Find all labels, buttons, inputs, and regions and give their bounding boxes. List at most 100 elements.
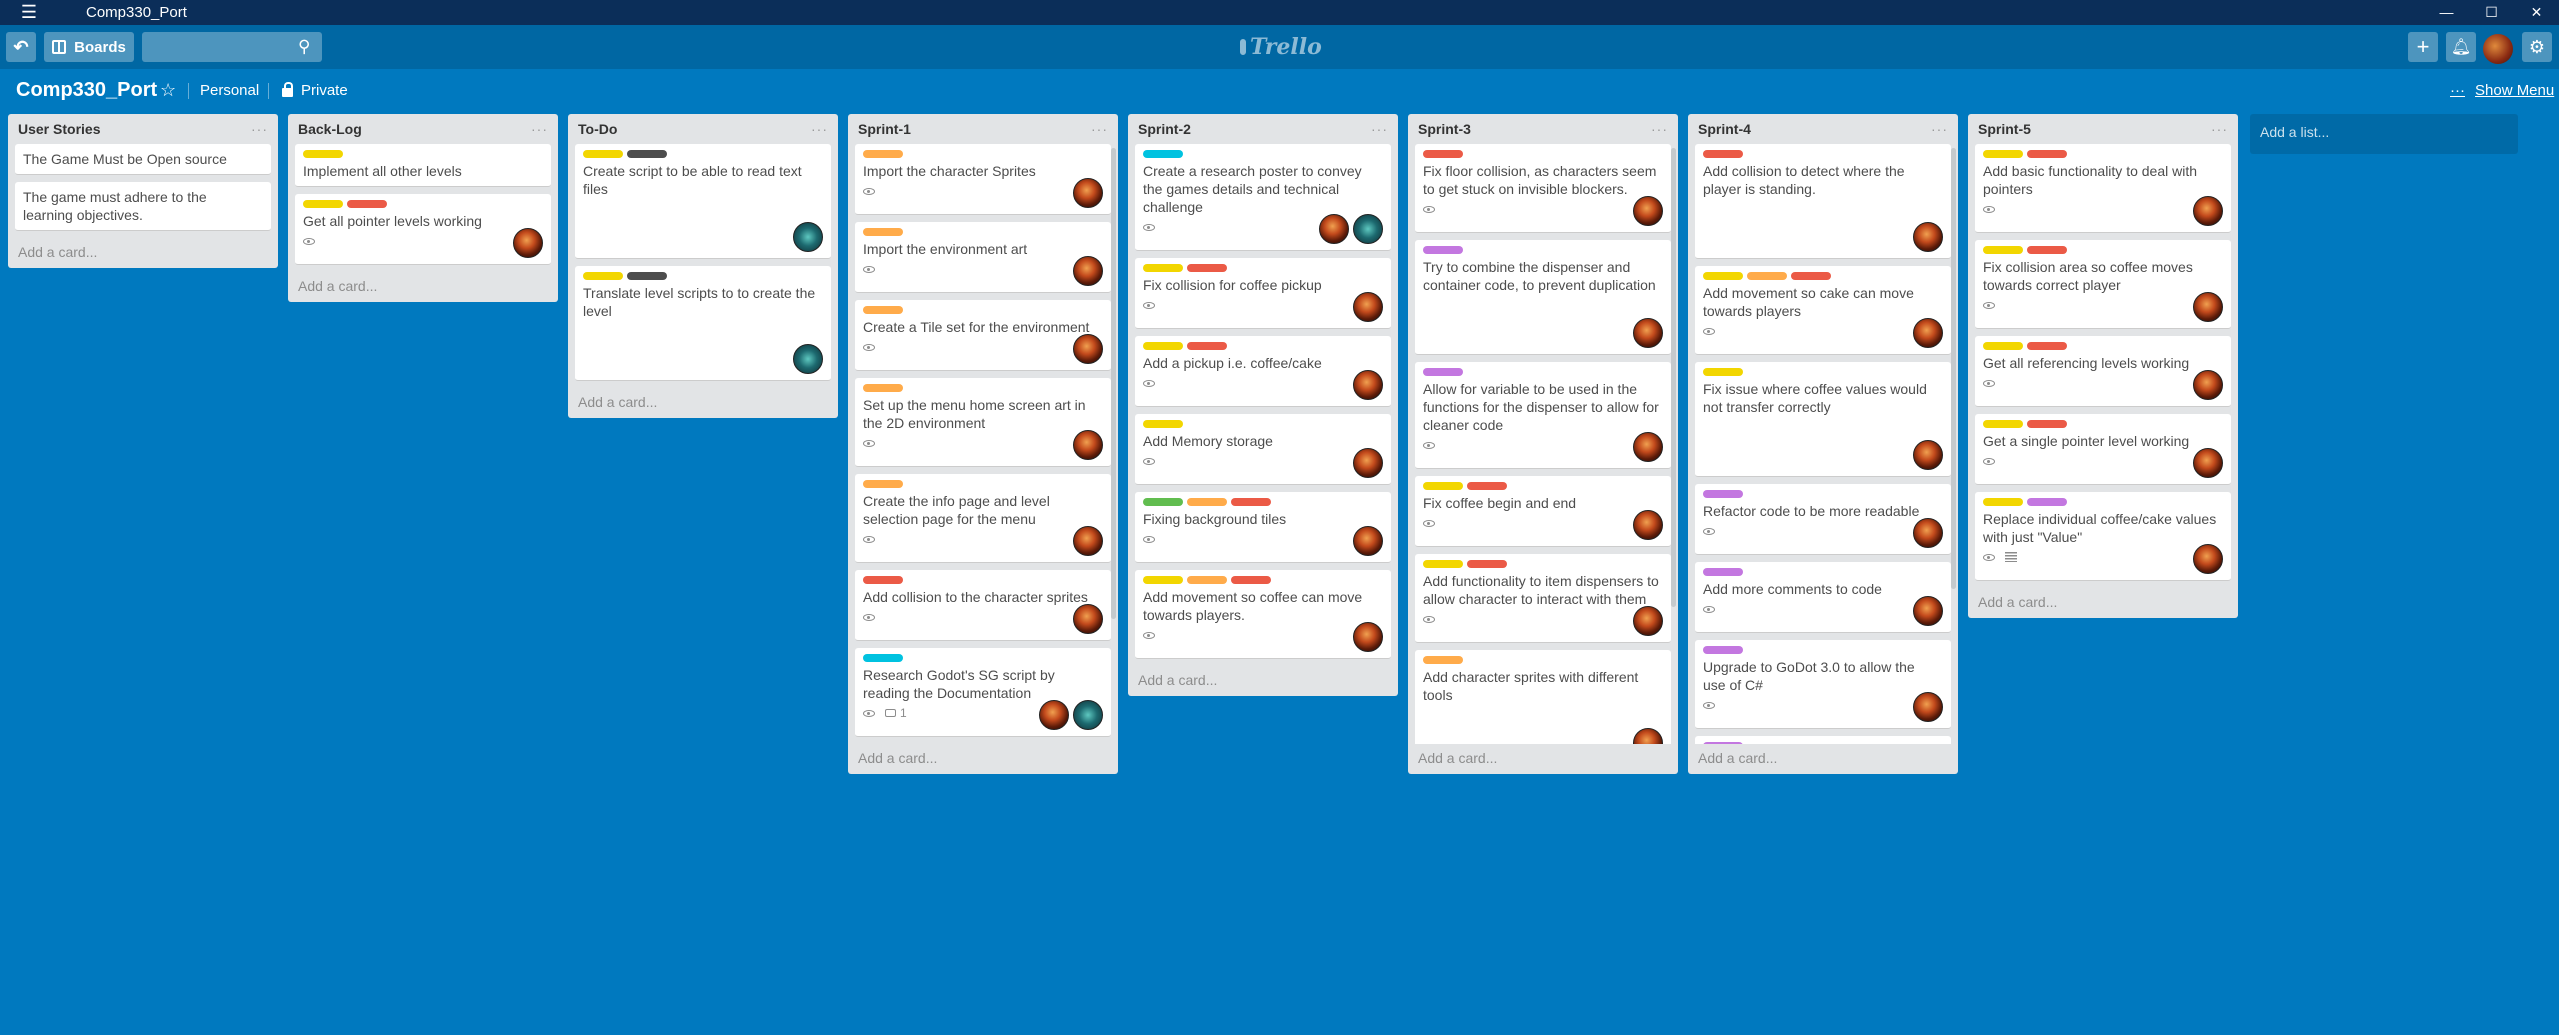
member-avatar[interactable] bbox=[1913, 222, 1943, 252]
card[interactable]: Get a single pointer level working bbox=[1975, 414, 2231, 485]
list-title[interactable]: Sprint-4 bbox=[1698, 121, 1751, 137]
card[interactable]: Fix issue where coffee values would not … bbox=[1695, 362, 1951, 477]
card[interactable]: Import the character Sprites bbox=[855, 144, 1111, 215]
member-avatar[interactable] bbox=[1073, 178, 1103, 208]
star-icon[interactable]: ☆ bbox=[160, 80, 176, 101]
boards-button[interactable]: Boards bbox=[44, 32, 134, 62]
card[interactable]: Translate level scripts to to create the… bbox=[575, 266, 831, 381]
notifications-button[interactable]: 🔔︎ bbox=[2446, 32, 2476, 62]
card[interactable]: Create script to be able to read text fi… bbox=[575, 144, 831, 259]
list-title[interactable]: Back-Log bbox=[298, 121, 362, 137]
member-avatar[interactable] bbox=[1073, 526, 1103, 556]
card[interactable]: Fix collision area so coffee moves towar… bbox=[1975, 240, 2231, 329]
card[interactable]: Fix coffee begin and end bbox=[1415, 476, 1671, 547]
list-menu-icon[interactable]: ··· bbox=[531, 121, 548, 137]
member-avatar[interactable] bbox=[1633, 432, 1663, 462]
card[interactable]: The Game Must be Open source bbox=[15, 144, 271, 175]
card[interactable]: Fix collision for coffee pickup bbox=[1135, 258, 1391, 329]
member-avatar[interactable] bbox=[2193, 292, 2223, 322]
card[interactable]: Add movement so cake can move towards pl… bbox=[1695, 266, 1951, 355]
maximize-icon[interactable]: ☐ bbox=[2469, 0, 2514, 25]
card[interactable]: Fix get/set_pos as upgrade broke functio… bbox=[1695, 736, 1951, 744]
member-avatar[interactable] bbox=[1913, 518, 1943, 548]
list-scrollbar[interactable] bbox=[1111, 148, 1116, 619]
add-button[interactable]: + bbox=[2408, 32, 2438, 62]
add-card-button[interactable]: Add a card... bbox=[1968, 588, 2238, 618]
member-avatar[interactable] bbox=[1073, 700, 1103, 730]
search-icon[interactable]: ⚲ bbox=[298, 37, 318, 57]
card[interactable]: Add collision to detect where the player… bbox=[1695, 144, 1951, 259]
member-avatar[interactable] bbox=[1353, 448, 1383, 478]
member-avatar[interactable] bbox=[1633, 606, 1663, 636]
add-card-button[interactable]: Add a card... bbox=[1408, 744, 1678, 774]
member-avatar[interactable] bbox=[793, 344, 823, 374]
show-menu-button[interactable]: ··· Show Menu bbox=[2450, 82, 2554, 99]
card[interactable]: Create the info page and level selection… bbox=[855, 474, 1111, 563]
member-avatar[interactable] bbox=[2193, 448, 2223, 478]
member-avatar[interactable] bbox=[1633, 196, 1663, 226]
card[interactable]: Add functionality to item dispensers to … bbox=[1415, 554, 1671, 643]
member-avatar[interactable] bbox=[1913, 440, 1943, 470]
member-avatar[interactable] bbox=[1073, 430, 1103, 460]
list-scrollbar[interactable] bbox=[1951, 148, 1956, 589]
member-avatar[interactable] bbox=[1073, 256, 1103, 286]
trello-logo[interactable]: Trello bbox=[1240, 34, 1322, 60]
card[interactable]: Get all referencing levels working bbox=[1975, 336, 2231, 407]
list-title[interactable]: Sprint-1 bbox=[858, 121, 911, 137]
card[interactable]: Replace individual coffee/cake values wi… bbox=[1975, 492, 2231, 581]
settings-button[interactable]: ⚙ bbox=[2522, 32, 2552, 62]
list-menu-icon[interactable]: ··· bbox=[2211, 121, 2228, 137]
search-input[interactable] bbox=[142, 32, 322, 62]
list-menu-icon[interactable]: ··· bbox=[1931, 121, 1948, 137]
member-avatar[interactable] bbox=[1913, 318, 1943, 348]
add-card-button[interactable]: Add a card... bbox=[288, 272, 558, 302]
member-avatar[interactable] bbox=[1073, 604, 1103, 634]
team-personal-button[interactable]: Personal bbox=[200, 82, 259, 99]
member-avatar[interactable] bbox=[1353, 622, 1383, 652]
card[interactable]: Add basic functionality to deal with poi… bbox=[1975, 144, 2231, 233]
close-icon[interactable]: ✕ bbox=[2514, 0, 2559, 25]
member-avatar[interactable] bbox=[1633, 318, 1663, 348]
list-title[interactable]: To-Do bbox=[578, 121, 617, 137]
member-avatar[interactable] bbox=[2193, 196, 2223, 226]
add-card-button[interactable]: Add a card... bbox=[568, 388, 838, 418]
member-avatar[interactable] bbox=[1353, 526, 1383, 556]
card[interactable]: Set up the menu home screen art in the 2… bbox=[855, 378, 1111, 467]
card[interactable]: Research Godot's SG script by reading th… bbox=[855, 648, 1111, 737]
member-avatar[interactable] bbox=[1633, 510, 1663, 540]
minimize-icon[interactable]: — bbox=[2424, 0, 2469, 25]
hamburger-menu-icon[interactable]: ☰ bbox=[0, 2, 58, 23]
card[interactable]: Fixing background tiles bbox=[1135, 492, 1391, 563]
member-avatar[interactable] bbox=[1319, 214, 1349, 244]
add-card-button[interactable]: Add a card... bbox=[848, 744, 1118, 774]
card[interactable]: Add a pickup i.e. coffee/cake bbox=[1135, 336, 1391, 407]
card[interactable]: Allow for variable to be used in the fun… bbox=[1415, 362, 1671, 469]
card[interactable]: Create a Tile set for the environment bbox=[855, 300, 1111, 371]
member-avatar[interactable] bbox=[1353, 214, 1383, 244]
card[interactable]: Add movement so coffee can move towards … bbox=[1135, 570, 1391, 659]
list-menu-icon[interactable]: ··· bbox=[1651, 121, 1668, 137]
list-title[interactable]: Sprint-3 bbox=[1418, 121, 1471, 137]
user-avatar[interactable] bbox=[2483, 34, 2513, 64]
card[interactable]: Add Memory storage bbox=[1135, 414, 1391, 485]
card[interactable]: Get all pointer levels working bbox=[295, 194, 551, 265]
add-card-button[interactable]: Add a card... bbox=[8, 238, 278, 268]
card[interactable]: Add more comments to code bbox=[1695, 562, 1951, 633]
card[interactable]: Add collision to the character sprites bbox=[855, 570, 1111, 641]
member-avatar[interactable] bbox=[1913, 596, 1943, 626]
card[interactable]: The game must adhere to the learning obj… bbox=[15, 182, 271, 231]
list-menu-icon[interactable]: ··· bbox=[811, 121, 828, 137]
member-avatar[interactable] bbox=[793, 222, 823, 252]
list-title[interactable]: Sprint-5 bbox=[1978, 121, 2031, 137]
card[interactable]: Refactor code to be more readable bbox=[1695, 484, 1951, 555]
add-card-button[interactable]: Add a card... bbox=[1688, 744, 1958, 774]
member-avatar[interactable] bbox=[1913, 692, 1943, 722]
member-avatar[interactable] bbox=[2193, 370, 2223, 400]
add-card-button[interactable]: Add a card... bbox=[1128, 666, 1398, 696]
list-title[interactable]: Sprint-2 bbox=[1138, 121, 1191, 137]
card[interactable]: Upgrade to GoDot 3.0 to allow the use of… bbox=[1695, 640, 1951, 729]
back-button[interactable]: ↶ bbox=[6, 32, 36, 62]
list-title[interactable]: User Stories bbox=[18, 121, 100, 137]
member-avatar[interactable] bbox=[1633, 728, 1663, 744]
board-title[interactable]: Comp330_Port bbox=[16, 79, 157, 102]
